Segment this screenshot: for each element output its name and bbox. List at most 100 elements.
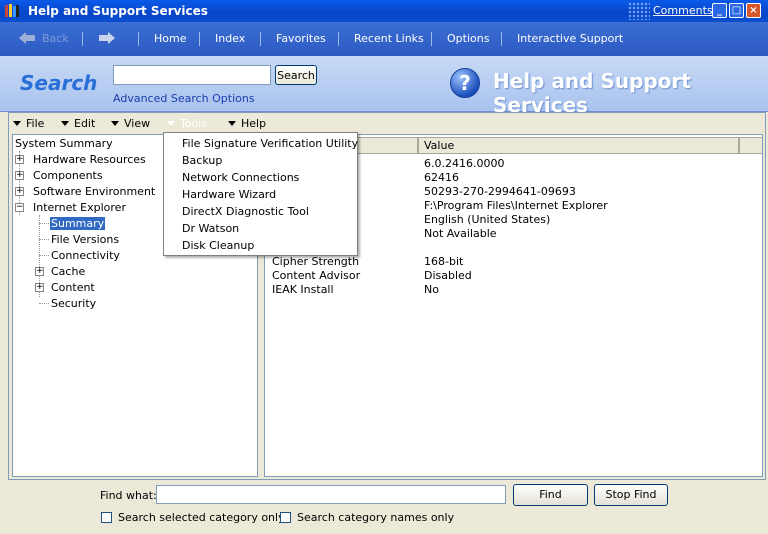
tree-line xyxy=(39,303,49,304)
nav-separator xyxy=(138,32,139,46)
title-decoration xyxy=(628,2,650,20)
tools-item-directx-diagnostic[interactable]: DirectX Diagnostic Tool xyxy=(182,205,309,218)
menu-help-label: Help xyxy=(241,117,267,130)
tree-item-components[interactable]: Components xyxy=(33,169,103,182)
tools-item-backup[interactable]: Backup xyxy=(182,154,222,167)
window-title: Help and Support Services xyxy=(28,4,208,18)
expand-icon[interactable]: + xyxy=(15,155,24,164)
expand-icon[interactable]: + xyxy=(35,283,44,292)
value-cell: F:\Program Files\Internet Explorer xyxy=(424,199,608,212)
menu-tools-label: Tools xyxy=(180,117,208,130)
tree-label: Cache xyxy=(51,265,86,278)
value-cell: 6.0.2416.0000 xyxy=(424,157,505,170)
tree-item-system-summary[interactable]: System Summary xyxy=(15,137,113,150)
tools-item-disk-cleanup[interactable]: Disk Cleanup xyxy=(182,239,254,252)
nav-recent-links[interactable]: Recent Links xyxy=(354,32,424,45)
search-names-label[interactable]: Search category names only xyxy=(297,511,454,524)
menu-help[interactable]: Help xyxy=(228,117,266,130)
search-selected-label[interactable]: Search selected category only xyxy=(118,511,285,524)
dropdown-arrow-icon xyxy=(61,121,69,126)
forward-arrow-icon[interactable] xyxy=(98,31,116,45)
find-button[interactable]: Find xyxy=(513,484,588,506)
tree-label: Internet Explorer xyxy=(33,201,126,214)
tree-item-security[interactable]: Security xyxy=(51,297,96,310)
value-cell: 168-bit xyxy=(424,255,464,268)
tree-line xyxy=(39,239,49,240)
nav-index[interactable]: Index xyxy=(215,32,245,45)
dropdown-arrow-icon xyxy=(167,121,175,126)
tree-item-connectivity[interactable]: Connectivity xyxy=(51,249,120,262)
nav-interactive-support[interactable]: Interactive Support xyxy=(517,32,623,45)
tools-item-dr-watson[interactable]: Dr Watson xyxy=(182,222,239,235)
advanced-search-link[interactable]: Advanced Search Options xyxy=(113,92,255,105)
navigation-bar: Back Home Index Favorites Recent Links O… xyxy=(0,22,768,56)
nav-favorites[interactable]: Favorites xyxy=(276,32,326,45)
minimize-button[interactable]: _ xyxy=(712,3,727,18)
nav-options[interactable]: Options xyxy=(447,32,489,45)
tree-item-content[interactable]: Content xyxy=(51,281,95,294)
tree-item-internet-explorer[interactable]: Internet Explorer xyxy=(33,201,126,214)
expand-icon[interactable]: + xyxy=(15,171,24,180)
nav-separator xyxy=(338,32,339,46)
value-cell: English (United States) xyxy=(424,213,551,226)
search-button[interactable]: Search xyxy=(275,65,317,85)
menu-view-label: View xyxy=(124,117,151,130)
content-frame: File Edit View Tools Help System Summary… xyxy=(8,112,766,480)
app-icon xyxy=(5,4,19,17)
tree-label: Content xyxy=(51,281,95,294)
collapse-icon[interactable]: − xyxy=(15,203,24,212)
dropdown-arrow-icon xyxy=(111,121,119,126)
search-names-checkbox[interactable] xyxy=(280,512,291,523)
menu-edit[interactable]: Edit xyxy=(61,117,95,130)
expand-icon[interactable]: + xyxy=(15,187,24,196)
menu-edit-label: Edit xyxy=(74,117,96,130)
column-header-filler xyxy=(739,137,762,154)
value-cell: Disabled xyxy=(424,269,472,282)
maximize-button[interactable]: □ xyxy=(729,3,744,18)
nav-separator xyxy=(501,32,502,46)
comments-link[interactable]: Comments? xyxy=(653,4,718,17)
back-button[interactable]: Back xyxy=(42,32,69,45)
find-input[interactable] xyxy=(156,485,506,504)
tools-item-network-connections[interactable]: Network Connections xyxy=(182,171,299,184)
tree-label: System Summary xyxy=(15,137,113,150)
menu-bar: File Edit View Tools Help xyxy=(10,113,764,133)
tree-line xyxy=(39,255,49,256)
search-title: Search xyxy=(20,71,98,95)
brand-title: Help and Support Services xyxy=(493,69,691,117)
menu-view[interactable]: View xyxy=(111,117,150,130)
value-cell: 62416 xyxy=(424,171,459,184)
tree-line xyxy=(39,223,49,224)
find-what-label: Find what: xyxy=(100,489,157,502)
tree-item-software-environment[interactable]: Software Environment xyxy=(33,185,155,198)
menu-file[interactable]: File xyxy=(13,117,44,130)
menu-file-label: File xyxy=(26,117,45,130)
back-arrow-icon[interactable] xyxy=(18,31,36,45)
title-bar: Help and Support Services Comments? _ □ … xyxy=(0,0,768,22)
close-button[interactable]: × xyxy=(746,3,761,18)
dropdown-arrow-icon xyxy=(228,121,236,126)
dropdown-arrow-icon xyxy=(13,121,21,126)
tree-item-summary[interactable]: Summary xyxy=(50,217,106,230)
tree-label: Hardware Resources xyxy=(33,153,146,166)
nav-home[interactable]: Home xyxy=(154,32,186,45)
nav-separator xyxy=(199,32,200,46)
item-cell: Content Advisor xyxy=(272,269,361,282)
tree-label: Connectivity xyxy=(51,249,120,262)
menu-tools[interactable]: Tools xyxy=(167,117,207,130)
search-selected-checkbox[interactable] xyxy=(101,512,112,523)
expand-icon[interactable]: + xyxy=(35,267,44,276)
tree-label: Components xyxy=(33,169,103,182)
tools-item-hardware-wizard[interactable]: Hardware Wizard xyxy=(182,188,276,201)
column-header-value[interactable]: Value xyxy=(418,137,739,154)
tree-label: File Versions xyxy=(51,233,120,246)
help-question-icon: ? xyxy=(450,68,480,98)
tree-label: Security xyxy=(51,297,97,310)
stop-find-button[interactable]: Stop Find xyxy=(594,484,668,506)
tools-item-file-signature[interactable]: File Signature Verification Utility xyxy=(182,137,358,150)
tree-item-cache[interactable]: Cache xyxy=(51,265,85,278)
tree-item-hardware-resources[interactable]: Hardware Resources xyxy=(33,153,146,166)
nav-separator xyxy=(431,32,432,46)
search-input[interactable] xyxy=(113,65,271,85)
tree-item-file-versions[interactable]: File Versions xyxy=(51,233,119,246)
